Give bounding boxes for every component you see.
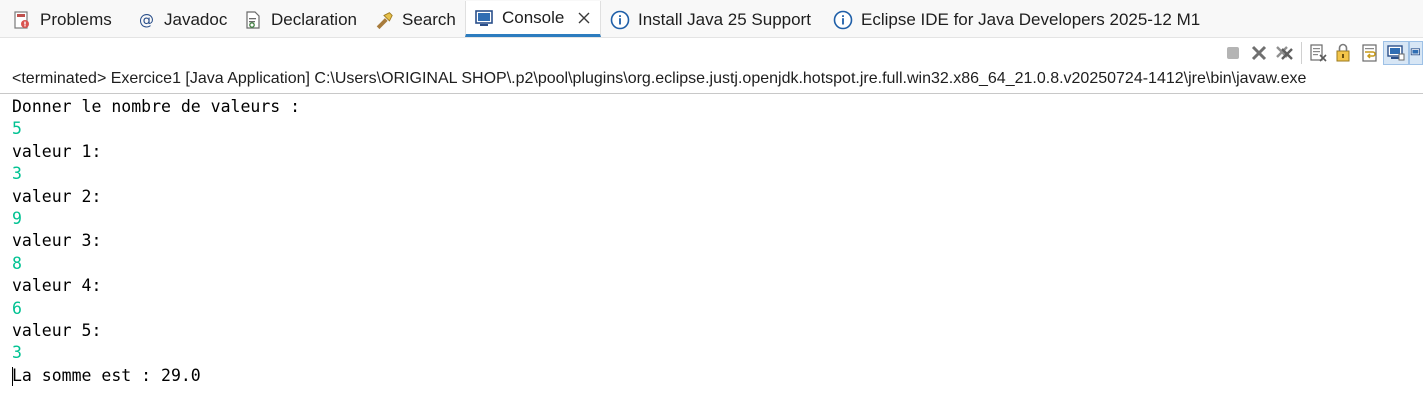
tab-label: Declaration	[271, 10, 357, 29]
console-output-line: valeur 5:	[12, 320, 102, 340]
console-output-line: La somme est : 29.0	[12, 365, 201, 385]
text-caret	[12, 367, 13, 386]
info-icon	[833, 10, 853, 30]
svg-text:@: @	[139, 11, 154, 29]
clear-console-icon[interactable]	[1305, 41, 1331, 65]
console-output-line: valeur 3:	[12, 231, 102, 251]
tab-problems[interactable]: Problems	[12, 5, 112, 35]
declaration-icon	[243, 10, 263, 30]
tab-label: Search	[402, 10, 456, 29]
at-icon: @	[136, 10, 156, 30]
console-output-line: Donner le nombre de valeurs :	[12, 97, 301, 116]
console-icon	[474, 8, 494, 28]
console-input-line: 3	[12, 343, 22, 363]
tab-label: Javadoc	[164, 10, 228, 29]
show-console-on-error-icon[interactable]	[1409, 41, 1423, 65]
remove-launch-icon[interactable]	[1246, 41, 1272, 65]
tab-label: Problems	[40, 10, 112, 29]
process-label: <terminated> Exercice1 [Java Application…	[12, 70, 1307, 87]
console-toolbar	[1220, 40, 1423, 66]
tab-label: Eclipse IDE for Java Developers 2025-12 …	[861, 10, 1201, 29]
tab-eclipse-ide-release[interactable]: Eclipse IDE for Java Developers 2025-12 …	[833, 5, 1200, 35]
console-output-line: valeur 1:	[12, 141, 102, 161]
console-input-line: 3	[12, 164, 22, 184]
close-tab-icon[interactable]	[576, 10, 592, 26]
console-input-line: 5	[12, 119, 22, 139]
console-view: Problems @ Javadoc Declaration Search Co…	[0, 0, 1423, 406]
tab-console[interactable]: Console	[465, 1, 602, 37]
view-tab-bar: Problems @ Javadoc Declaration Search Co…	[0, 0, 1423, 38]
console-input-line: 8	[12, 253, 22, 273]
tab-javadoc[interactable]: @ Javadoc	[136, 5, 227, 35]
remove-all-terminated-icon[interactable]	[1272, 41, 1298, 65]
scroll-lock-icon[interactable]	[1331, 41, 1357, 65]
terminate-icon[interactable]	[1220, 41, 1246, 65]
console-input-line: 6	[12, 298, 22, 318]
word-wrap-icon[interactable]	[1357, 41, 1383, 65]
tab-label: Console	[502, 7, 565, 27]
search-flashlight-icon	[374, 10, 394, 30]
console-output-line: valeur 2:	[12, 186, 102, 206]
show-console-on-output-icon[interactable]	[1383, 41, 1409, 65]
console-output-line: valeur 4:	[12, 276, 102, 296]
tab-label: Install Java 25 Support	[638, 10, 811, 29]
console-output[interactable]: Donner le nombre de valeurs : 5 valeur 1: 3…	[12, 96, 300, 387]
console-input-line: 9	[12, 208, 22, 228]
tab-install-java-25-support[interactable]: Install Java 25 Support	[610, 5, 811, 35]
tab-declaration[interactable]: Declaration	[243, 5, 357, 35]
problems-icon	[12, 10, 32, 30]
toolbar-separator	[1301, 42, 1302, 64]
header-divider	[0, 93, 1423, 94]
info-icon	[610, 10, 630, 30]
tab-search[interactable]: Search	[374, 5, 456, 35]
